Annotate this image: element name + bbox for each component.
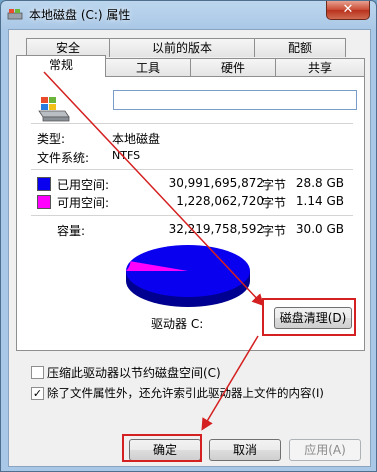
- compress-label: 压缩此驱动器以节约磁盘空间(C): [47, 366, 221, 380]
- free-space-bytes: 1,228,062,720: [176, 194, 264, 208]
- used-space-unit: 字节: [262, 178, 287, 192]
- general-panel: 类型: 本地磁盘 文件系统: NTFS 已用空间: 30,991,695,872…: [16, 76, 365, 351]
- separator: [31, 123, 353, 124]
- disk-cleanup-button[interactable]: 磁盘清理(D): [274, 307, 352, 329]
- used-space-bytes: 30,991,695,872: [168, 176, 264, 190]
- filesystem-label: 文件系统:: [37, 151, 90, 165]
- separator: [31, 169, 353, 170]
- disk-usage-pie: [126, 245, 250, 307]
- tab-general[interactable]: 常规: [16, 55, 106, 77]
- capacity-label: 容量:: [57, 224, 86, 238]
- free-space-swatch: [37, 195, 51, 209]
- dialog-client: 安全 以前的版本 配额 常规 工具 硬件 共享 类型: 本地磁盘 文件系统: N…: [8, 29, 371, 467]
- filesystem-value: NTFS: [112, 149, 141, 162]
- type-value: 本地磁盘: [112, 132, 161, 146]
- free-space-unit: 字节: [262, 196, 287, 210]
- drive-name-input[interactable]: [113, 90, 357, 110]
- tab-hardware[interactable]: 硬件: [190, 58, 276, 77]
- free-space-label: 可用空间:: [57, 196, 110, 210]
- ok-button[interactable]: 确定: [129, 439, 201, 461]
- properties-window: 本地磁盘 (C:) 属性 ✕ 安全 以前的版本 配额 常规 工具 硬件 共享 类…: [0, 0, 377, 472]
- used-space-size: 28.8 GB: [295, 176, 344, 190]
- used-space-label: 已用空间:: [57, 178, 110, 192]
- drive-icon: [38, 97, 70, 122]
- drive-caption: 驱动器 C:: [151, 317, 204, 331]
- index-checkbox[interactable]: ✓: [31, 387, 44, 400]
- separator: [31, 215, 353, 216]
- free-space-size: 1.14 GB: [295, 194, 344, 208]
- capacity-size: 30.0 GB: [295, 222, 344, 236]
- index-label: 除了文件属性外，还允许索引此驱动器上文件的内容(I): [47, 386, 324, 400]
- drive-title-icon: [7, 9, 23, 20]
- tab-previous-versions[interactable]: 以前的版本: [109, 38, 255, 57]
- tab-sharing[interactable]: 共享: [275, 58, 365, 77]
- capacity-bytes: 32,219,758,592: [168, 222, 264, 236]
- type-label: 类型:: [37, 132, 66, 146]
- tab-tools[interactable]: 工具: [105, 58, 191, 77]
- apply-button[interactable]: 应用(A): [289, 439, 361, 461]
- cancel-button[interactable]: 取消: [209, 439, 281, 461]
- compress-checkbox[interactable]: [31, 366, 44, 379]
- used-space-swatch: [37, 177, 51, 191]
- window-title: 本地磁盘 (C:) 属性: [29, 8, 131, 22]
- close-button[interactable]: ✕: [326, 1, 370, 20]
- capacity-unit: 字节: [262, 224, 287, 238]
- tab-quota[interactable]: 配额: [254, 38, 346, 57]
